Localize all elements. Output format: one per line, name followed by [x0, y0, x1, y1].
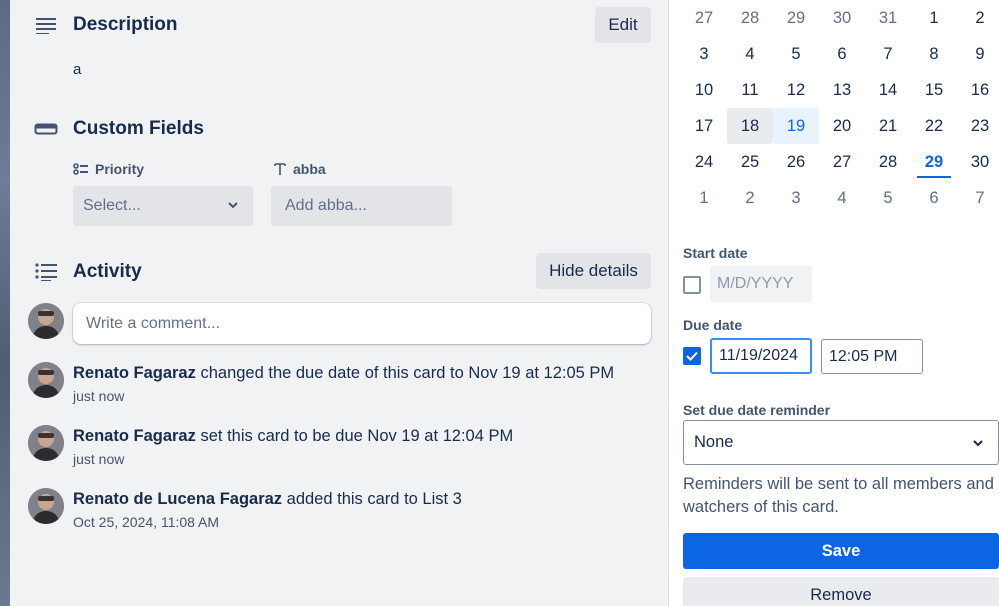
calendar-day[interactable]: 30: [819, 0, 865, 36]
edit-description-button[interactable]: Edit: [595, 7, 651, 43]
calendar-day[interactable]: 24: [681, 144, 727, 180]
text-field-icon: [274, 163, 286, 175]
avatar: [28, 303, 64, 339]
dates-popover: 27 28 29 30 31 1 2 3 4 5 6 7 8 9 10 11 12 13 14 15 16 17 18 19 2…: [668, 0, 999, 606]
calendar-day[interactable]: 2: [727, 180, 773, 216]
calendar-day[interactable]: 18: [727, 108, 773, 144]
calendar-day[interactable]: 13: [819, 72, 865, 108]
calendar-day[interactable]: 31: [865, 0, 911, 36]
priority-select-value: Select...: [83, 197, 141, 214]
calendar-day[interactable]: 6: [819, 36, 865, 72]
calendar-day[interactable]: 29: [773, 0, 819, 36]
chevron-down-icon: [228, 202, 238, 209]
activity-user[interactable]: Renato Fagaraz: [73, 364, 196, 382]
comment-input[interactable]: Write a comment...: [73, 303, 651, 344]
calendar-day[interactable]: 7: [865, 36, 911, 72]
calendar-day[interactable]: 1: [681, 180, 727, 216]
abba-input[interactable]: Add abba...: [271, 186, 452, 226]
board-background-strip: [0, 0, 10, 606]
calendar-day[interactable]: 5: [773, 36, 819, 72]
description-text[interactable]: a: [73, 61, 81, 78]
activity-time[interactable]: Oct 25, 2024, 11:08 AM: [73, 514, 219, 530]
priority-label-text: Priority: [95, 161, 145, 177]
activity-action: changed the due date of this card to Nov…: [200, 364, 615, 382]
activity-time[interactable]: just now: [73, 451, 124, 467]
calendar-day[interactable]: 30: [957, 144, 999, 180]
activity-item-text: Renato Fagaraz set this card to be due N…: [73, 427, 513, 446]
reminder-select[interactable]: None: [683, 420, 999, 465]
due-date-input[interactable]: 11/19/2024: [710, 338, 812, 374]
calendar-day[interactable]: 12: [773, 72, 819, 108]
custom-fields-title: Custom Fields: [73, 118, 204, 139]
calendar-day[interactable]: 28: [865, 144, 911, 180]
calendar-day[interactable]: 16: [957, 72, 999, 108]
reminder-select-value: None: [694, 433, 734, 451]
description-title: Description: [73, 14, 178, 35]
priority-field-label: Priority: [73, 161, 144, 177]
calendar-day[interactable]: 25: [727, 144, 773, 180]
avatar[interactable]: [28, 425, 64, 461]
calendar-day[interactable]: 15: [911, 72, 957, 108]
calendar-day[interactable]: 27: [681, 0, 727, 36]
calendar-day[interactable]: 3: [773, 180, 819, 216]
activity-user[interactable]: Renato Fagaraz: [73, 427, 196, 445]
avatar[interactable]: [28, 488, 64, 524]
calendar-day[interactable]: 28: [727, 0, 773, 36]
calendar-day[interactable]: 23: [957, 108, 999, 144]
start-date-checkbox[interactable]: [683, 276, 701, 294]
priority-field-icon: [73, 163, 88, 175]
calendar-day[interactable]: 4: [727, 36, 773, 72]
abba-label-text: abba: [293, 161, 326, 177]
activity-user[interactable]: Renato de Lucena Fagaraz: [73, 490, 282, 508]
due-date-checkbox[interactable]: [683, 347, 701, 365]
activity-icon: [34, 260, 58, 284]
calendar-day[interactable]: 26: [773, 144, 819, 180]
checkmark-icon: [686, 351, 698, 361]
save-button[interactable]: Save: [683, 533, 999, 569]
custom-fields-icon: [34, 117, 58, 141]
priority-select[interactable]: Select...: [73, 186, 253, 226]
reminder-note: Reminders will be sent to all members an…: [683, 475, 994, 516]
calendar-day[interactable]: 2: [957, 0, 999, 36]
activity-action: set this card to be due Nov 19 at 12:04 …: [200, 427, 514, 445]
due-time-input[interactable]: 12:05 PM: [821, 339, 923, 374]
calendar-day[interactable]: 17: [681, 108, 727, 144]
calendar-day[interactable]: 7: [957, 180, 999, 216]
avatar[interactable]: [28, 362, 64, 398]
calendar-day[interactable]: 27: [819, 144, 865, 180]
chevron-down-icon: [973, 440, 983, 447]
calendar-day[interactable]: 8: [911, 36, 957, 72]
start-date-input[interactable]: M/D/YYYY: [710, 266, 812, 302]
reminder-label: Set due date reminder: [683, 402, 831, 418]
due-date-label: Due date: [683, 317, 743, 333]
calendar-day[interactable]: 9: [957, 36, 999, 72]
calendar-day[interactable]: 3: [681, 36, 727, 72]
card-detail-main: Description Edit a Custom Fields Priorit…: [10, 0, 668, 606]
activity-item-text: Renato de Lucena Fagaraz added this card…: [73, 490, 462, 509]
calendar-day[interactable]: 19: [773, 108, 819, 144]
activity-item-text: Renato Fagaraz changed the due date of t…: [73, 364, 614, 383]
calendar-day[interactable]: 5: [865, 180, 911, 216]
calendar-day[interactable]: 6: [911, 180, 957, 216]
calendar-day[interactable]: 10: [681, 72, 727, 108]
calendar-day[interactable]: 21: [865, 108, 911, 144]
activity-time[interactable]: just now: [73, 388, 124, 404]
description-icon: [34, 13, 58, 37]
activity-action: added this card to List 3: [286, 490, 462, 508]
calendar-day[interactable]: 22: [911, 108, 957, 144]
calendar-day[interactable]: 4: [819, 180, 865, 216]
remove-button[interactable]: Remove: [683, 577, 999, 606]
calendar-day[interactable]: 20: [819, 108, 865, 144]
hide-details-button[interactable]: Hide details: [536, 253, 651, 289]
activity-title: Activity: [73, 261, 142, 282]
calendar-day[interactable]: 1: [911, 0, 957, 36]
abba-field-label: abba: [273, 161, 326, 177]
calendar-day[interactable]: 29: [911, 144, 957, 180]
calendar-day[interactable]: 11: [727, 72, 773, 108]
calendar-day[interactable]: 14: [865, 72, 911, 108]
start-date-label: Start date: [683, 245, 748, 261]
